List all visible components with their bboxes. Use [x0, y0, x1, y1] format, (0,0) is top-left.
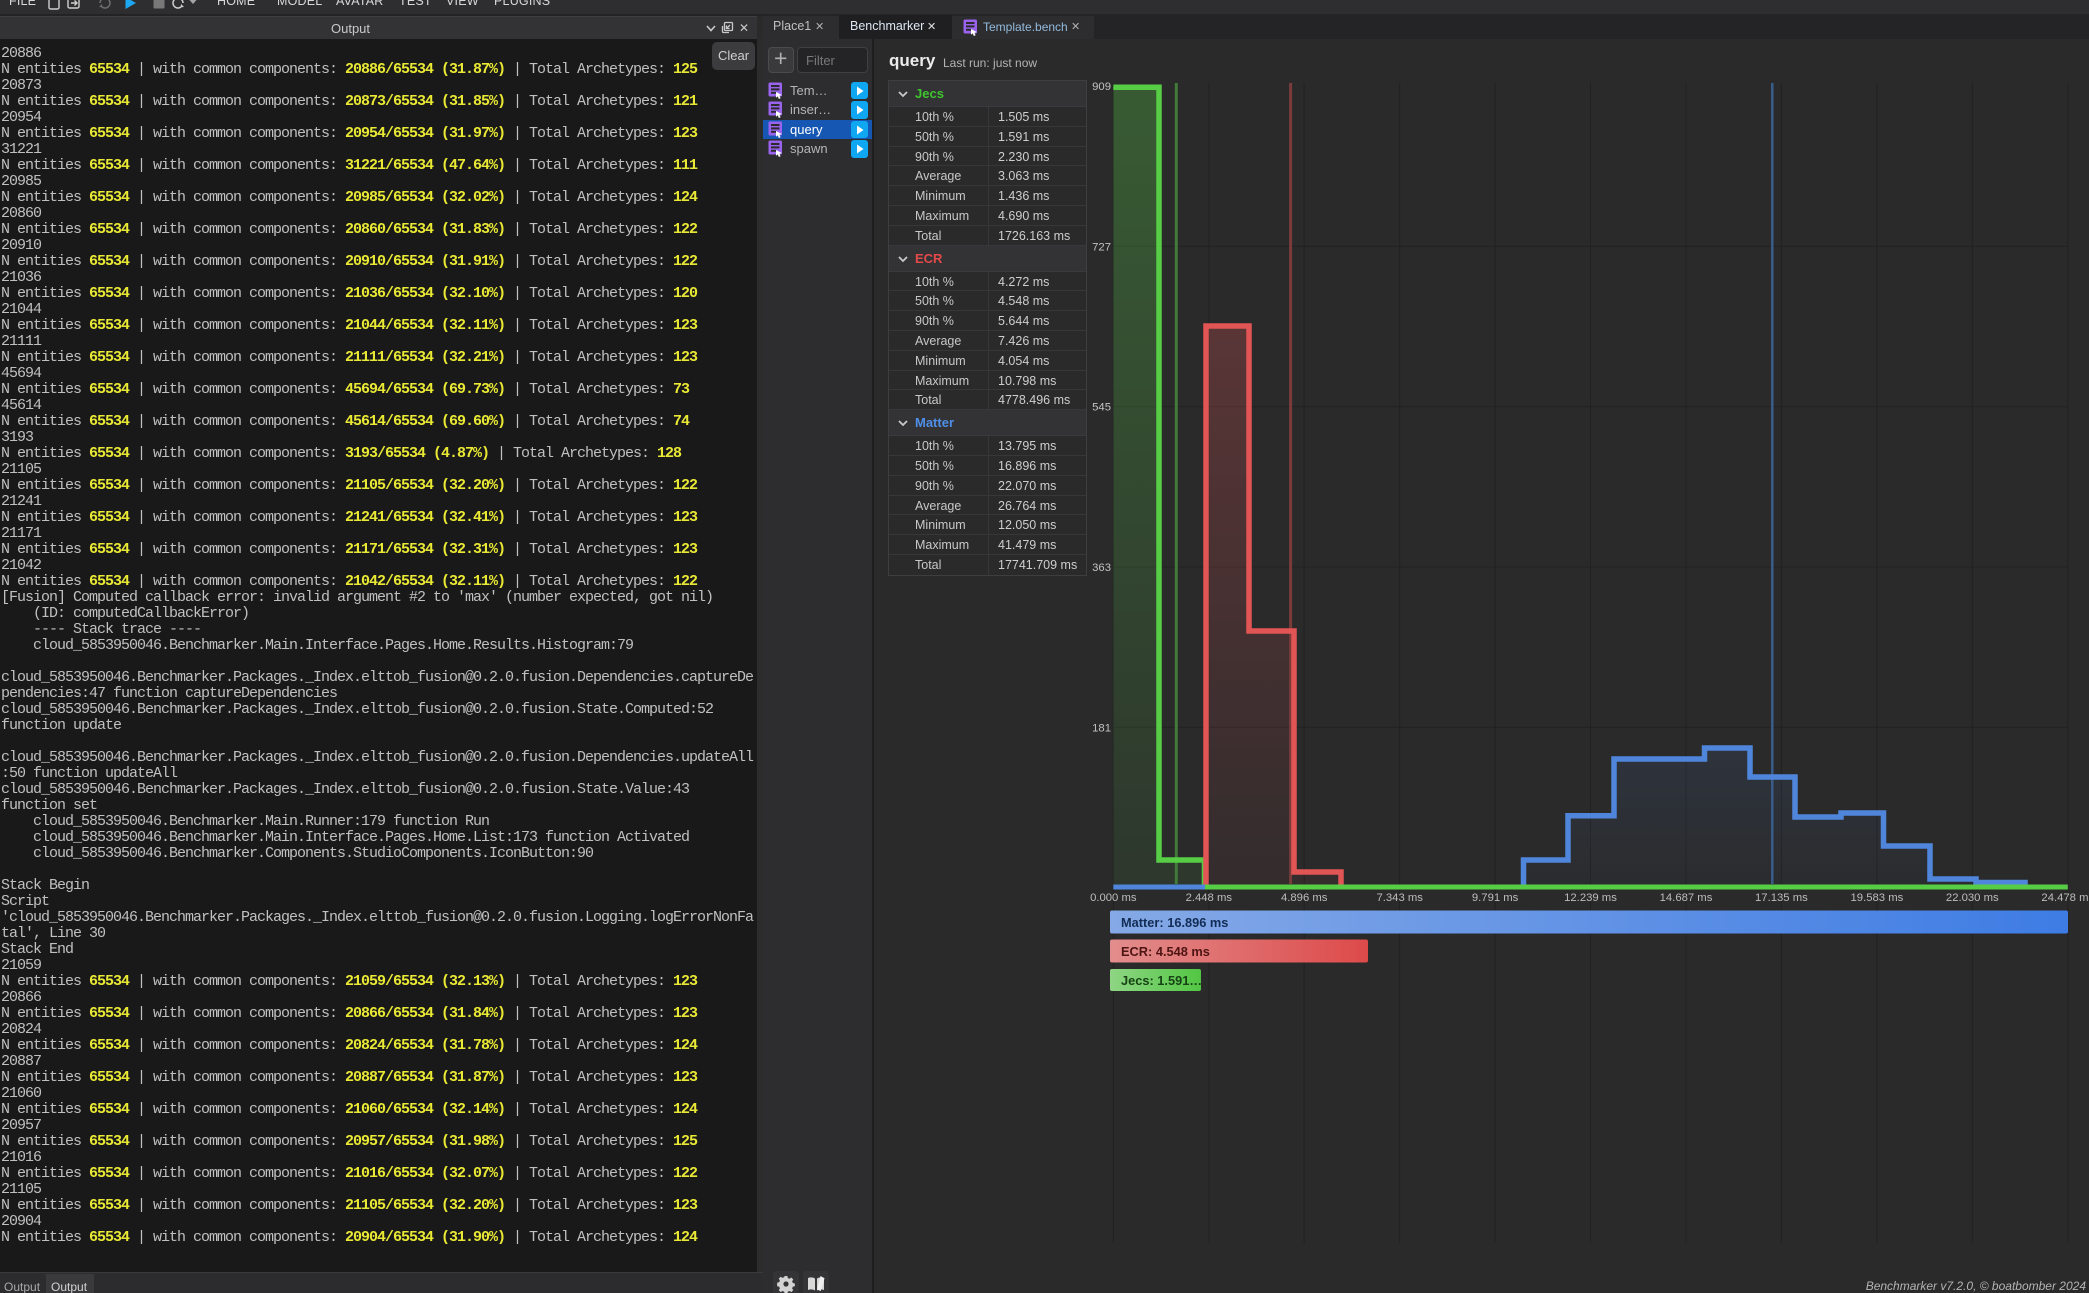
svg-text:14.687 ms: 14.687 ms: [1660, 892, 1713, 904]
svg-text:24.478 ms: 24.478 ms: [2041, 892, 2089, 904]
svg-text:Matter: 16.896 ms: Matter: 16.896 ms: [1121, 915, 1228, 930]
svg-text:363: 363: [1092, 562, 1111, 574]
svg-text:9.791 ms: 9.791 ms: [1472, 892, 1519, 904]
svg-text:909: 909: [1092, 81, 1111, 93]
svg-text:12.239 ms: 12.239 ms: [1564, 892, 1617, 904]
svg-text:ECR: 4.548 ms: ECR: 4.548 ms: [1121, 944, 1210, 959]
svg-text:4.896 ms: 4.896 ms: [1281, 892, 1328, 904]
svg-text:22.030 ms: 22.030 ms: [1946, 892, 1999, 904]
svg-text:727: 727: [1092, 241, 1111, 253]
svg-text:7.343 ms: 7.343 ms: [1376, 892, 1423, 904]
svg-text:0.000 ms: 0.000 ms: [1090, 892, 1137, 904]
svg-text:545: 545: [1092, 402, 1111, 414]
svg-text:19.583 ms: 19.583 ms: [1851, 892, 1904, 904]
svg-text:17.135 ms: 17.135 ms: [1755, 892, 1808, 904]
svg-text:2.448 ms: 2.448 ms: [1186, 892, 1233, 904]
svg-text:Jecs: 1.591…: Jecs: 1.591…: [1121, 973, 1202, 988]
svg-text:181: 181: [1092, 722, 1111, 734]
